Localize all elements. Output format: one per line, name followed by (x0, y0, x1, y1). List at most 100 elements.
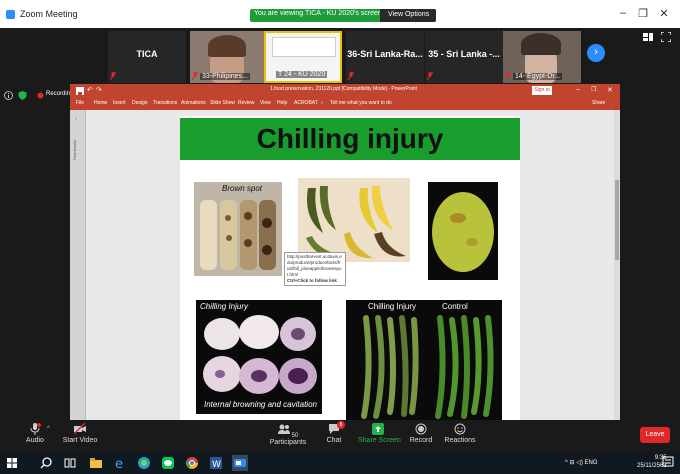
participant-tile-active[interactable]: T 24 - KU 2020 (264, 31, 342, 83)
share-screen-button[interactable]: Share Screen (358, 420, 401, 444)
tooltip-url: http://postharvest.ucdavis.edu/produce/p… (287, 254, 342, 277)
edge-icon[interactable]: e (112, 455, 128, 471)
meeting-toolbar: Audio ^ Start Video 50 Participants 8 Ch… (0, 420, 680, 452)
tooltip-hint: Ctrl+Click to follow link (287, 278, 337, 283)
tell-me-search[interactable]: Tell me what you want to do (330, 100, 392, 106)
shared-slide-preview (272, 37, 336, 57)
video-label: Start Video (62, 437, 98, 444)
viewing-banner: You are viewing TICA - KU 2020's screen … (250, 9, 436, 22)
participant-name: 35 - Sri Lanka -... (428, 49, 500, 59)
svg-text:e: e (115, 457, 123, 471)
share-button[interactable]: Share (592, 100, 605, 106)
ppt-close-button[interactable]: ✕ (607, 86, 613, 94)
audio-label: Audio (26, 437, 44, 444)
redo-icon[interactable]: ↷ (96, 86, 102, 94)
beans-illustration (361, 315, 494, 419)
grapefruit-illustration (432, 192, 494, 272)
start-video-button[interactable]: Start Video (62, 420, 98, 444)
slide-scrollbar[interactable] (614, 110, 620, 420)
ppt-minimize-button[interactable]: – (576, 86, 580, 93)
muted-mic-icon (348, 72, 354, 80)
tab-acrobat[interactable]: ACROBAT (294, 100, 318, 106)
system-tray[interactable]: ^ ⊟ ◁) ENG (565, 459, 598, 466)
tab-view[interactable]: View (260, 100, 271, 106)
tab-home[interactable]: Home (94, 100, 107, 106)
slide-title: Chilling injury (256, 123, 444, 154)
beans-caption-left: Chilling Injury (368, 302, 417, 311)
ppt-title-bar: ↶ ↷ 1.food preservation, 231120.ppt [Com… (70, 84, 620, 98)
audio-button[interactable]: Audio (20, 420, 50, 444)
minimize-button[interactable]: – (615, 7, 631, 19)
next-page-arrow-icon[interactable]: › (587, 44, 605, 62)
chat-button[interactable]: 8 Chat (322, 420, 346, 444)
network-icon[interactable]: ⊟ (570, 460, 575, 466)
scrollbar-thumb[interactable] (615, 180, 619, 260)
file-explorer-icon[interactable] (88, 455, 104, 471)
save-icon[interactable] (76, 87, 84, 95)
participant-tile[interactable]: 14- Egypt-Dr... (503, 31, 581, 83)
tab-slide-show[interactable]: Slide Show (210, 100, 235, 106)
view-options-button[interactable]: View Options (380, 9, 436, 22)
language-indicator[interactable]: ENG (585, 460, 598, 466)
zoom-taskbar-icon[interactable] (232, 455, 248, 471)
undo-icon[interactable]: ↶ (87, 86, 93, 94)
tab-file[interactable]: File (76, 100, 84, 106)
reactions-icon (454, 423, 466, 435)
green-beans-image: Chilling Injury Control (346, 300, 502, 420)
sign-in-button[interactable]: Sign in (532, 86, 552, 95)
microphone-icon (30, 423, 41, 435)
tab-help[interactable]: Help (277, 100, 287, 106)
fullscreen-icon[interactable] (661, 32, 671, 42)
expand-thumbnails-icon[interactable]: › (75, 116, 77, 122)
edge-chromium-icon[interactable] (136, 455, 152, 471)
participants-button[interactable]: 50 Participants (268, 420, 308, 446)
pineapple-slices (200, 200, 276, 270)
tab-transitions[interactable]: Transitions (153, 100, 177, 106)
beans-caption-right: Control (442, 302, 468, 311)
chat-badge: 8 (337, 421, 345, 429)
potato-image: Chilling Injury Internal browning and ca… (196, 300, 322, 414)
participant-tile[interactable]: 35 - Sri Lanka -... (425, 31, 503, 83)
gallery-view-icon[interactable] (643, 32, 653, 42)
tab-insert[interactable]: Insert (113, 100, 126, 106)
notifications-icon[interactable] (662, 456, 674, 468)
participant-tile[interactable]: 36-Sri Lanka-Ra... (346, 31, 424, 83)
share-screen-icon (372, 423, 384, 435)
participant-name: 36-Sri Lanka-Ra... (347, 49, 423, 59)
tab-animations[interactable]: Animations (181, 100, 206, 106)
lightbulb-icon[interactable]: ♀ (320, 100, 324, 106)
video-gallery: TICA 33-Philipines... T 24 - KU 2020 36-… (0, 28, 680, 84)
slide-canvas: Chilling injury Brown spot http://postha… (180, 116, 520, 420)
muted-mic-icon (427, 72, 433, 80)
brown-spot-caption: Brown spot (222, 184, 263, 193)
powerpoint-window: ↶ ↷ 1.food preservation, 231120.ppt [Com… (70, 84, 620, 420)
reactions-button[interactable]: Reactions (444, 420, 476, 444)
search-icon[interactable] (38, 455, 54, 471)
audio-options-chevron-icon[interactable]: ^ (47, 426, 50, 432)
tray-chevron-icon[interactable]: ^ (565, 460, 568, 466)
recording-dot-icon (37, 92, 44, 99)
tab-design[interactable]: Design (132, 100, 148, 106)
close-button[interactable]: ✕ (656, 7, 672, 20)
shield-icon[interactable] (18, 91, 27, 100)
info-icon[interactable] (4, 91, 13, 100)
grapefruit-image (428, 182, 498, 280)
participants-label: Participants (269, 439, 307, 446)
task-view-icon[interactable] (62, 455, 78, 471)
word-icon[interactable]: W (208, 455, 224, 471)
participant-tile[interactable]: 33-Philipines... (190, 31, 268, 83)
volume-icon[interactable]: ◁) (576, 460, 583, 466)
tab-review[interactable]: Review (238, 100, 254, 106)
leave-button[interactable]: Leave (640, 427, 670, 443)
participant-tile[interactable]: TICA (108, 31, 186, 83)
windows-start-icon[interactable] (4, 455, 20, 471)
record-icon (415, 423, 427, 435)
viewing-banner-text: You are viewing TICA - KU 2020's screen (254, 10, 382, 17)
maximize-button[interactable]: ❐ (635, 7, 651, 20)
line-app-icon[interactable] (160, 455, 176, 471)
thumbnails-pane[interactable]: › Thumbnails (70, 110, 86, 420)
ppt-restore-button[interactable]: ❐ (591, 86, 596, 93)
record-button[interactable]: Record (408, 420, 434, 444)
participant-name: 33-Philipines... (200, 73, 250, 80)
chrome-icon[interactable] (184, 455, 200, 471)
